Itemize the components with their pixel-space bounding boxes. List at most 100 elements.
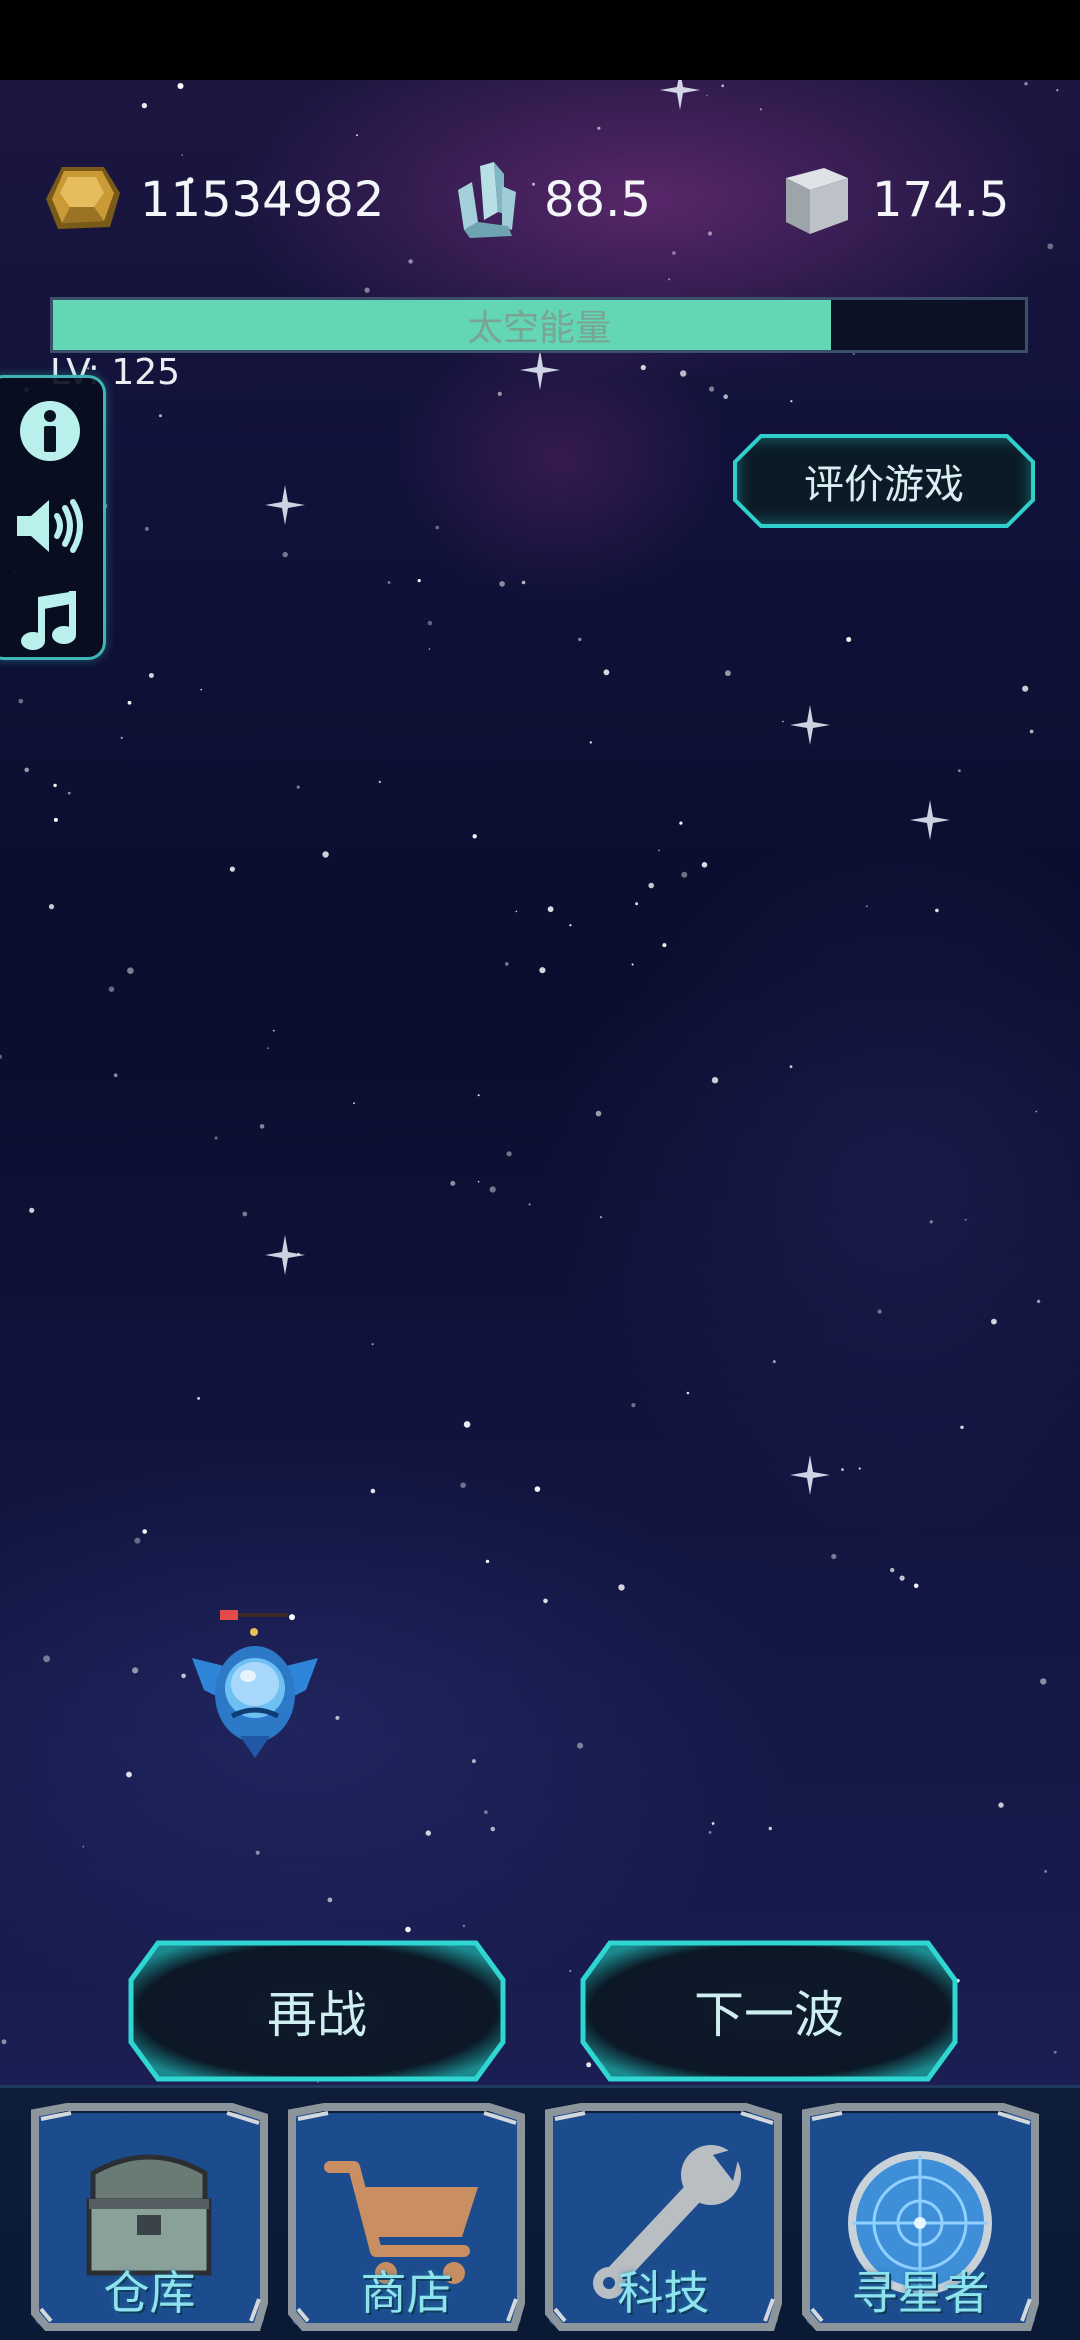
star — [408, 259, 413, 264]
nav-tech-label: 科技 — [617, 2266, 710, 2320]
star — [599, 1216, 603, 1219]
star — [534, 1486, 541, 1492]
star — [539, 967, 546, 974]
star — [364, 287, 370, 293]
star — [595, 1110, 602, 1117]
retry-button[interactable]: 再战 — [128, 1940, 506, 2082]
star — [841, 1468, 844, 1471]
star — [24, 767, 30, 773]
star — [497, 391, 502, 396]
music-note-icon — [21, 591, 76, 650]
star — [865, 905, 868, 908]
rate-game-button[interactable]: 评价游戏 — [733, 434, 1035, 528]
star — [964, 1218, 967, 1221]
star — [427, 620, 433, 626]
star — [505, 962, 509, 966]
star — [662, 943, 667, 948]
star — [148, 673, 154, 678]
star — [371, 1343, 374, 1346]
star — [711, 1822, 715, 1825]
retry-label: 再战 — [267, 1986, 367, 2044]
space-energy-bar: 太空能量 — [50, 297, 1028, 353]
star — [1056, 89, 1059, 92]
star — [577, 1742, 584, 1749]
star — [589, 741, 592, 744]
star — [631, 963, 634, 966]
star — [831, 1553, 837, 1560]
star — [680, 370, 687, 377]
next-wave-button[interactable]: 下一波 — [580, 1940, 958, 2082]
star — [405, 1926, 411, 1933]
star — [200, 688, 203, 691]
star — [471, 1759, 476, 1764]
gold-ore-icon — [46, 167, 120, 229]
star — [658, 849, 660, 852]
crystal-icon — [458, 162, 516, 238]
star — [1035, 1110, 1038, 1113]
next-wave-label: 下一波 — [694, 1986, 844, 2044]
star — [960, 1425, 964, 1430]
star — [0, 1054, 3, 1059]
star — [782, 720, 784, 723]
sparkle-star — [265, 1235, 305, 1275]
star — [477, 1094, 480, 1097]
star — [708, 1831, 712, 1834]
star — [214, 1136, 218, 1140]
star — [296, 785, 300, 789]
star — [113, 1073, 118, 1078]
star — [578, 637, 582, 642]
star — [356, 134, 358, 137]
star — [618, 1584, 625, 1591]
star — [181, 1673, 186, 1679]
star — [132, 1667, 139, 1674]
metal-resource: 174.5 — [778, 160, 1009, 240]
star — [259, 1124, 265, 1129]
nav-warehouse[interactable]: 仓库 — [27, 2103, 272, 2333]
sparkle-star — [790, 705, 830, 745]
speaker-icon — [17, 499, 83, 553]
star — [768, 1826, 772, 1831]
star — [197, 1397, 201, 1400]
star — [127, 700, 132, 705]
star — [53, 783, 57, 788]
nav-warehouse-label: 仓库 — [103, 2266, 196, 2320]
star — [450, 1180, 456, 1186]
star — [181, 154, 184, 156]
star — [899, 1575, 905, 1581]
sound-button[interactable] — [15, 491, 85, 561]
metal-cube-icon — [786, 168, 848, 234]
star — [158, 414, 162, 418]
star — [18, 698, 24, 704]
star — [706, 94, 708, 97]
star — [991, 1318, 997, 1325]
music-button[interactable] — [15, 586, 85, 656]
sparkle-star — [660, 80, 700, 110]
star — [255, 1850, 260, 1855]
star — [387, 581, 391, 584]
star — [913, 1583, 919, 1589]
star — [521, 580, 526, 585]
info-button[interactable] — [15, 396, 85, 466]
energy-label: 太空能量 — [466, 308, 611, 349]
gold-resource: 11534982 — [44, 160, 384, 240]
nav-seeker[interactable]: 寻星者 — [798, 2103, 1043, 2333]
star — [462, 1924, 466, 1928]
sparkle-star — [790, 1455, 830, 1495]
star — [707, 231, 713, 236]
star — [127, 967, 134, 974]
star — [725, 670, 731, 677]
star — [477, 1180, 480, 1183]
star — [935, 908, 939, 913]
star — [543, 1598, 548, 1604]
star — [1, 2039, 7, 2045]
nav-shop[interactable]: 商店 — [284, 2103, 529, 2333]
star — [378, 780, 381, 783]
crystal-resource: 88.5 — [450, 160, 651, 240]
nav-tech[interactable]: 科技 — [541, 2103, 786, 2333]
star — [759, 108, 763, 111]
star — [506, 1151, 512, 1157]
star — [789, 1065, 793, 1069]
star — [672, 251, 676, 255]
star — [569, 1969, 572, 1972]
star — [998, 1802, 1004, 1808]
